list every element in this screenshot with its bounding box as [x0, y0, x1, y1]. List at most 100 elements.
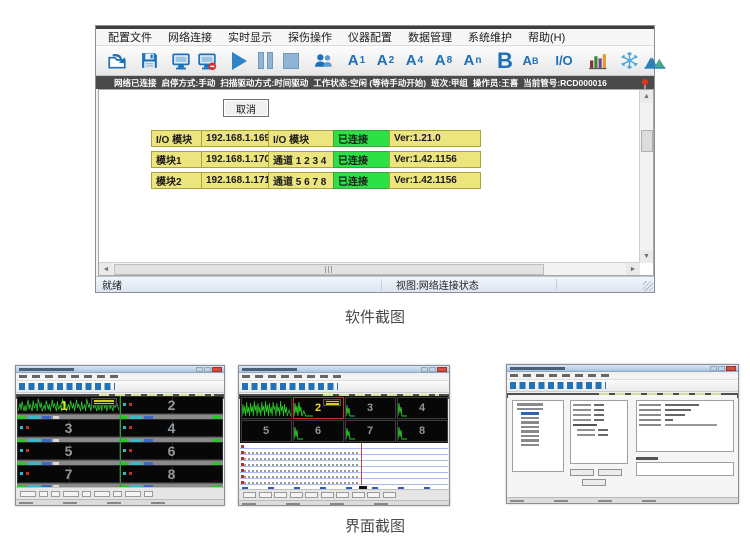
tree-item[interactable] — [521, 439, 539, 442]
channel-panel-4[interactable]: 4 — [397, 397, 448, 419]
channel-layout-button[interactable]: A2 — [371, 48, 400, 74]
resize-grip[interactable] — [643, 281, 653, 291]
tree-item[interactable] — [521, 417, 539, 420]
menu-item[interactable]: 配置文件 — [100, 28, 160, 46]
maximize-button[interactable] — [429, 367, 436, 372]
control-bar-miniature[interactable] — [16, 487, 224, 499]
close-button[interactable] — [212, 367, 222, 372]
title-bar[interactable] — [507, 365, 738, 372]
toolbar-miniature[interactable] — [16, 381, 224, 393]
parameter-list[interactable] — [570, 400, 628, 464]
menu-item[interactable]: 系统维护 — [460, 28, 520, 46]
save-icon — [140, 51, 159, 70]
title-bar[interactable] — [239, 366, 449, 373]
channel-panel-3[interactable]: 3 — [345, 397, 396, 419]
config-button[interactable] — [582, 479, 606, 486]
minimize-button[interactable] — [710, 366, 717, 371]
module-table-row[interactable]: 模块1 192.168.1.170 通道 1 2 3 4 已连接 Ver:1.4… — [151, 151, 480, 168]
minimize-button[interactable] — [421, 367, 428, 372]
cancel-button[interactable]: 取消 — [223, 99, 269, 117]
channel-panel-5[interactable]: 5 — [241, 420, 292, 442]
channel-panel-8[interactable]: 8 — [120, 465, 223, 483]
scroll-up-arrow[interactable]: ▲ — [640, 90, 653, 103]
toolbar-miniature[interactable] — [239, 381, 449, 393]
tree-item[interactable] — [521, 430, 539, 433]
menu-item[interactable]: 实时显示 — [220, 28, 280, 46]
vertical-scroll-thumb[interactable] — [641, 130, 653, 152]
tree-item[interactable] — [521, 421, 539, 424]
tree-item[interactable] — [521, 444, 539, 447]
maximize-button[interactable] — [204, 367, 211, 372]
open-file-button[interactable] — [104, 48, 130, 74]
module-name-cell: I/O 模块 — [151, 130, 202, 147]
start-button[interactable] — [226, 48, 252, 74]
menu-item[interactable]: 探伤操作 — [280, 28, 340, 46]
channel-panel-7[interactable]: 7 — [17, 465, 120, 483]
tree-item[interactable] — [521, 426, 539, 429]
scroll-right-arrow[interactable]: ► — [626, 263, 640, 275]
close-button[interactable] — [726, 366, 736, 371]
save-button[interactable] — [136, 48, 162, 74]
scroll-down-arrow[interactable]: ▼ — [640, 250, 653, 263]
channel-panel-6[interactable]: 6 — [293, 420, 344, 442]
freeze-button[interactable] — [616, 48, 642, 74]
channel-panel-1[interactable] — [241, 397, 292, 419]
network-connect-button[interactable] — [168, 48, 194, 74]
channel-number: 6 — [294, 421, 343, 441]
alarm-pin-icon — [641, 77, 649, 89]
minimize-button[interactable] — [196, 367, 203, 372]
menu-item[interactable]: 帮助(H) — [520, 28, 573, 46]
channel-panel-6[interactable]: 6 — [120, 442, 223, 460]
spectrum-button[interactable] — [642, 48, 668, 74]
tree-item[interactable] — [521, 435, 539, 438]
horizontal-scrollbar[interactable]: ◄ ► — [99, 262, 640, 275]
channel-layout-button[interactable]: A1 — [342, 48, 371, 74]
pause-button[interactable] — [252, 48, 278, 74]
menu-item[interactable]: 数据管理 — [400, 28, 460, 46]
vertical-scrollbar[interactable]: ▲ ▼ — [639, 90, 653, 263]
channel-panel-8[interactable]: 8 — [397, 420, 448, 442]
tree-item[interactable] — [517, 403, 543, 406]
description-label — [636, 457, 658, 460]
close-button[interactable] — [437, 367, 447, 372]
scroll-left-arrow[interactable]: ◄ — [99, 263, 113, 275]
statistics-button[interactable] — [584, 48, 610, 74]
control-bar-miniature[interactable] — [239, 489, 449, 500]
menu-item[interactable]: 仪器配置 — [340, 28, 400, 46]
status-strip: 网络已连接 启停方式:手动 扫描驱动方式:时间驱动 工作状态:空闲 (等待手动开… — [96, 76, 654, 89]
horizontal-scroll-thumb[interactable] — [114, 264, 544, 275]
io-button[interactable]: I/O — [550, 48, 578, 74]
statusbar-miniature — [16, 499, 224, 505]
channel-panel-1[interactable]: 1 — [17, 396, 120, 414]
channel-panel-2-active[interactable]: 2 — [293, 397, 344, 419]
channel-layout-button[interactable]: A8 — [429, 48, 458, 74]
title-bar[interactable] — [16, 366, 224, 373]
operators-button[interactable] — [310, 48, 336, 74]
channel-panel-7[interactable]: 7 — [345, 420, 396, 442]
network-disconnect-button[interactable] — [194, 48, 220, 74]
module-channel-cell: 通道 1 2 3 4 — [268, 151, 334, 168]
channel-panel-2[interactable]: 2 — [120, 396, 223, 414]
channel-panel-3[interactable]: 3 — [17, 419, 120, 437]
channel-panel-5[interactable]: 5 — [17, 442, 120, 460]
description-textbox[interactable] — [636, 462, 734, 476]
strip-chart-area[interactable] — [240, 443, 448, 485]
module-table-row[interactable]: I/O 模块 192.168.1.169 I/O 模块 已连接 Ver:1.21… — [151, 130, 480, 147]
channel-layout-button[interactable]: A4 — [400, 48, 429, 74]
tree-item-selected[interactable] — [521, 412, 539, 415]
module-tree[interactable] — [512, 400, 564, 472]
tree-item[interactable] — [517, 408, 543, 411]
ab-display-button[interactable]: AB — [517, 48, 544, 74]
config-button[interactable] — [570, 469, 594, 476]
detail-property-table[interactable] — [636, 400, 734, 452]
channel-panel-4[interactable]: 4 — [120, 419, 223, 437]
b-scan-button[interactable]: B — [493, 48, 517, 74]
stop-button[interactable] — [278, 48, 304, 74]
toolbar-miniature[interactable] — [507, 380, 738, 392]
maximize-button[interactable] — [718, 366, 725, 371]
statusbar-miniature — [239, 500, 449, 505]
menu-item[interactable]: 网络连接 — [160, 28, 220, 46]
config-button[interactable] — [598, 469, 622, 476]
module-table-row[interactable]: 模块2 192.168.1.171 通道 5 6 7 8 已连接 Ver:1.4… — [151, 172, 480, 189]
channel-layout-button[interactable]: An — [458, 48, 487, 74]
